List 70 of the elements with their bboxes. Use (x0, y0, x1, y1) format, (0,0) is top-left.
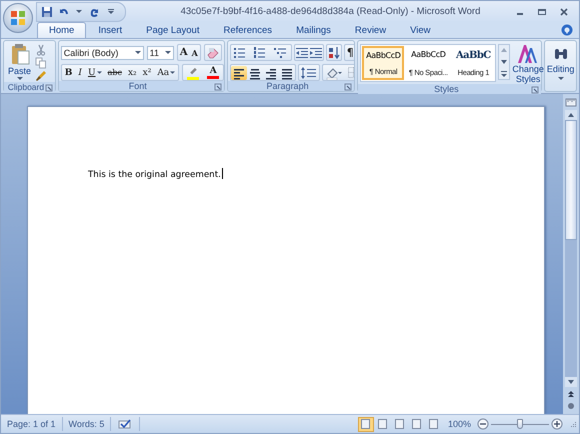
ruler-icon[interactable] (565, 96, 577, 108)
align-button[interactable] (230, 66, 247, 80)
window-title: 43c05e7f-b9bf-4f16-a488-de964d8d384a (Read-Only) - Microsoft Word (180, 6, 482, 17)
clipboard-icon (10, 43, 30, 65)
office-logo-icon (10, 10, 26, 26)
ribbon-tab[interactable]: Home (37, 22, 86, 38)
document-page[interactable]: This is the original agreement. (27, 106, 545, 414)
grow-font-button[interactable]: A (178, 46, 190, 60)
format-button[interactable]: Aa (154, 66, 178, 80)
office-button[interactable] (3, 3, 33, 33)
sort-icon[interactable] (326, 46, 341, 60)
zoom-slider[interactable] (491, 418, 549, 430)
help-icon[interactable] (561, 24, 573, 36)
format-button[interactable]: B (62, 66, 76, 80)
document-text: This is the original agreement. (88, 168, 224, 180)
scroll-up-icon[interactable] (567, 112, 575, 118)
vertical-scrollbar[interactable] (563, 94, 579, 414)
zoom-level[interactable]: 100% (448, 419, 471, 429)
ribbon-tab[interactable]: View (398, 22, 442, 38)
format-button[interactable]: x₂ (124, 66, 140, 80)
format-button[interactable]: x² (140, 66, 154, 80)
save-icon[interactable] (41, 6, 53, 18)
scroll-down-icon[interactable] (567, 379, 575, 385)
binoculars-icon (552, 47, 569, 61)
letters-icon (517, 44, 540, 64)
close-icon[interactable] (559, 6, 569, 16)
page-count[interactable]: Page: 1 of 1 (1, 417, 63, 431)
increase-indent-icon[interactable] (308, 46, 323, 60)
scissors-icon[interactable] (35, 44, 48, 56)
show-formatting-button[interactable]: ¶ (344, 46, 354, 60)
format-button[interactable]: abc (104, 66, 125, 80)
dialog-launcher-icon[interactable] (344, 83, 352, 91)
word-count[interactable]: Words: 5 (62, 417, 112, 431)
ribbon-tab[interactable]: References (211, 22, 284, 38)
brush-icon[interactable] (35, 70, 48, 82)
previous-page-icon[interactable] (566, 389, 576, 399)
format-button[interactable]: I (75, 66, 85, 80)
zoom-out-icon[interactable] (477, 418, 489, 430)
style-preview: AaBbC (456, 50, 491, 61)
view-button[interactable] (358, 416, 374, 432)
font-name-field[interactable]: Calibri (Body) (60, 46, 144, 60)
decrease-indent-icon[interactable] (294, 46, 309, 60)
zoom-in-icon[interactable] (551, 418, 563, 430)
caret-icon (558, 77, 564, 81)
caret-icon[interactable] (76, 10, 82, 14)
group-label: Styles (434, 84, 459, 94)
editing-button[interactable]: Editing (545, 41, 576, 91)
ribbon-tab[interactable]: Mailings (284, 22, 343, 38)
style-preview: AaBbCcD (411, 50, 446, 59)
zoom-slider-thumb[interactable] (517, 419, 523, 429)
customize-icon[interactable] (108, 8, 114, 14)
style-preview: AaBbCcD (366, 51, 400, 60)
more-icon[interactable] (499, 69, 510, 79)
paste-button[interactable]: Paste (6, 43, 34, 82)
line-spacing-icon[interactable] (298, 66, 319, 80)
group-label: Paragraph (266, 81, 309, 91)
group-label: Clipboard (8, 82, 44, 92)
dialog-launcher-icon[interactable] (44, 84, 53, 92)
dialog-launcher-icon[interactable] (214, 83, 222, 91)
shrink-font-button[interactable]: A (190, 46, 200, 60)
caret-icon (164, 50, 171, 54)
caret-icon (134, 50, 141, 54)
format-button[interactable]: U (84, 66, 105, 80)
change-styles-button[interactable]: Change Styles (512, 44, 544, 84)
dialog-launcher-icon[interactable] (531, 86, 540, 94)
font-size-field[interactable]: 11 (146, 46, 174, 60)
ribbon-tab[interactable]: Review (342, 22, 398, 38)
ribbon-tab[interactable]: Insert (86, 22, 134, 38)
group-label: Font (128, 81, 147, 91)
ribbon-tab[interactable]: Page Layout (134, 22, 212, 38)
